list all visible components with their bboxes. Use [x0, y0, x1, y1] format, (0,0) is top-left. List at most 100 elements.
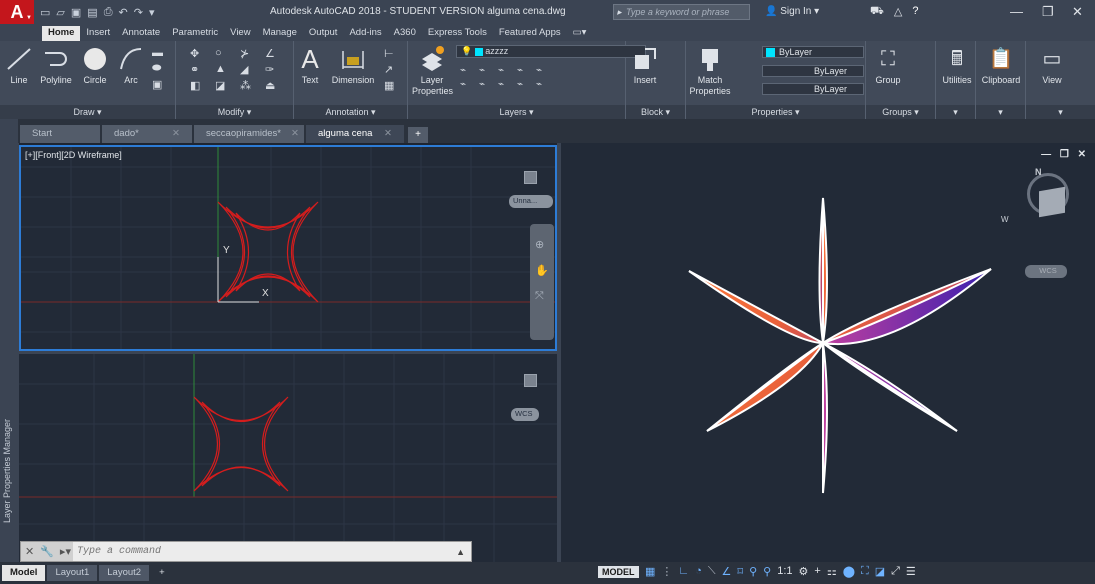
rotate-icon[interactable]: ○ — [215, 47, 237, 60]
layer-dropdown[interactable]: 💡 azzzz — [456, 45, 646, 58]
isolate-objects-icon[interactable]: ◪ — [875, 565, 885, 578]
steering-wheel-icon[interactable]: ⊕ — [535, 238, 544, 251]
close-icon[interactable]: ✕ — [1072, 4, 1083, 20]
move-icon[interactable]: ✥ — [190, 47, 212, 60]
annotation-visibility-icon[interactable]: ⚲ — [749, 565, 757, 578]
tab-annotate[interactable]: Annotate — [116, 26, 166, 41]
viewport-controls[interactable]: — ❐ ✕ — [1041, 149, 1089, 160]
zoom-extents-icon[interactable]: ⤧ — [535, 290, 544, 303]
insert-button[interactable]: Insert — [628, 41, 662, 86]
units-icon[interactable]: ⚏ — [827, 565, 837, 578]
viewport-3d-shaded[interactable]: — ❐ ✕ N W WCS — [561, 143, 1095, 562]
annotation-scale[interactable]: 1:1 — [777, 565, 792, 578]
text-button[interactable]: A Text — [294, 41, 326, 86]
scale-icon[interactable]: ◪ — [215, 79, 237, 92]
tab-parametric[interactable]: Parametric — [166, 26, 224, 41]
clean-screen-icon[interactable]: ⤢ — [891, 565, 900, 578]
close-icon[interactable]: ✕ — [25, 545, 34, 558]
maximize-icon[interactable]: ❐ — [1042, 4, 1054, 20]
arc-button[interactable]: Arc — [114, 41, 148, 86]
hatch-icon[interactable]: ⬬ — [152, 62, 163, 75]
cart-icon[interactable]: ⛟ — [870, 5, 884, 19]
close-tab-icon[interactable]: ✕ — [291, 125, 299, 143]
layer-properties-button[interactable]: Layer Properties — [412, 41, 453, 97]
print-icon[interactable]: ⎙ — [104, 6, 113, 19]
quick-properties-icon[interactable]: ⬤ — [843, 565, 855, 578]
tab-view[interactable]: View — [224, 26, 256, 41]
workspace-gear-icon[interactable]: ⚙ — [799, 565, 809, 578]
region-icon[interactable]: ▣ — [152, 78, 163, 91]
tab-home[interactable]: Home — [42, 26, 81, 41]
layer-tool-3-icon[interactable]: ⌁ — [498, 65, 514, 76]
group-button[interactable]: ⛶ Group — [870, 41, 906, 86]
tab-a360[interactable]: A360 — [388, 26, 422, 41]
redo-icon[interactable]: ↷ — [134, 6, 143, 19]
named-view-dropdown[interactable]: Unna... — [509, 195, 553, 208]
clipboard-button[interactable]: 📋 Clipboard — [978, 41, 1024, 86]
a360-icon[interactable]: △ — [894, 5, 902, 19]
wcs-dropdown[interactable]: WCS — [511, 408, 539, 421]
block-panel-title[interactable]: Block ▾ — [626, 105, 685, 119]
pan-icon[interactable]: ✋ — [535, 264, 549, 277]
customize-icon[interactable]: 🔧 — [40, 545, 54, 558]
object-snap-icon[interactable]: ⌑ — [737, 565, 743, 578]
layer-tool-2-icon[interactable]: ⌁ — [479, 65, 495, 76]
lineweight-dropdown[interactable]: ByLayer — [762, 83, 864, 95]
stretch-icon[interactable]: ◧ — [190, 79, 212, 92]
tab-manage[interactable]: Manage — [257, 26, 303, 41]
line-button[interactable]: Line — [4, 41, 34, 86]
view-dropdown-icon[interactable]: ▾ — [1026, 105, 1095, 119]
viewport-bottom-left[interactable]: WCS — [19, 354, 557, 562]
layer-tool-8-icon[interactable]: ⌁ — [498, 79, 514, 90]
ortho-icon[interactable]: ∟ — [678, 565, 689, 578]
layer-tool-9-icon[interactable]: ⌁ — [517, 79, 533, 90]
file-tabs-menu[interactable] — [0, 119, 18, 143]
auto-scale-icon[interactable]: ⚲ — [763, 565, 771, 578]
search-input[interactable]: Type a keyword or phrase — [613, 4, 750, 20]
grid-icon[interactable]: ▦ — [645, 565, 655, 578]
qat-dropdown-icon[interactable]: ▾ — [149, 6, 155, 19]
add-layout-button[interactable]: + — [151, 565, 173, 581]
layer-tool-4-icon[interactable]: ⌁ — [517, 65, 533, 76]
help-icon[interactable]: ? — [912, 5, 918, 19]
open-icon[interactable]: ▱ — [56, 6, 64, 19]
viewport-front[interactable]: [+][Front][2D Wireframe] Y X Unna... ⊕ ✋… — [19, 145, 557, 351]
clipboard-dropdown-icon[interactable]: ▾ — [976, 105, 1025, 119]
layer-tool-6-icon[interactable]: ⌁ — [460, 79, 476, 90]
layers-panel-title[interactable]: Layers ▾ — [408, 105, 625, 119]
minimize-icon[interactable]: — — [1010, 4, 1023, 19]
view-button[interactable]: ▭ View — [1032, 41, 1072, 86]
doc-tab-alguma-cena[interactable]: alguma cena ✕ — [306, 125, 404, 143]
recent-commands-icon[interactable]: ▸▾ — [60, 545, 71, 558]
tab-add-ins[interactable]: Add-ins — [343, 26, 387, 41]
save-icon[interactable]: ▣ — [71, 6, 81, 19]
object-snap-tracking-icon[interactable]: ∠ — [722, 565, 732, 578]
doc-tab-seccaopiramides[interactable]: seccaopiramides* ✕ — [194, 125, 304, 143]
layer-properties-manager-panel[interactable]: Layer Properties Manager — [0, 143, 19, 562]
ribbon-toggle-icon[interactable]: ▭▾ — [567, 26, 593, 41]
polar-icon[interactable]: ◔ — [695, 565, 702, 578]
viewport-label[interactable]: [+][Front][2D Wireframe] — [25, 150, 122, 160]
close-tab-icon[interactable]: ✕ — [384, 125, 392, 143]
viewcube[interactable] — [1039, 186, 1065, 218]
erase-icon[interactable]: ∠ — [265, 47, 287, 60]
close-tab-icon[interactable]: ✕ — [172, 125, 180, 143]
dimension-button[interactable]: Dimension — [328, 41, 378, 86]
model-space-button[interactable]: MODEL — [598, 566, 639, 578]
mirror-icon[interactable]: ▲ — [215, 63, 237, 76]
array-icon[interactable]: ⁂ — [240, 79, 262, 92]
groups-panel-title[interactable]: Groups ▾ — [866, 105, 935, 119]
application-menu-button[interactable]: A ▼ — [0, 0, 34, 24]
viewcube[interactable] — [524, 171, 537, 184]
offset-icon[interactable]: ⏏ — [265, 79, 287, 92]
layout-tab-layout2[interactable]: Layout2 — [99, 565, 150, 581]
viewcube[interactable] — [524, 374, 537, 387]
utilities-button[interactable]: 🖩 Utilities — [938, 41, 976, 86]
layer-tool-7-icon[interactable]: ⌁ — [479, 79, 495, 90]
doc-tab-dado[interactable]: dado* ✕ — [102, 125, 192, 143]
color-dropdown[interactable]: ByLayer — [762, 46, 864, 58]
isodraft-icon[interactable]: ⟍ — [708, 565, 716, 578]
save-as-icon[interactable]: ▤ — [87, 6, 97, 19]
layout-tab-layout1[interactable]: Layout1 — [47, 565, 98, 581]
draw-panel-title[interactable]: Draw ▾ — [0, 105, 175, 119]
